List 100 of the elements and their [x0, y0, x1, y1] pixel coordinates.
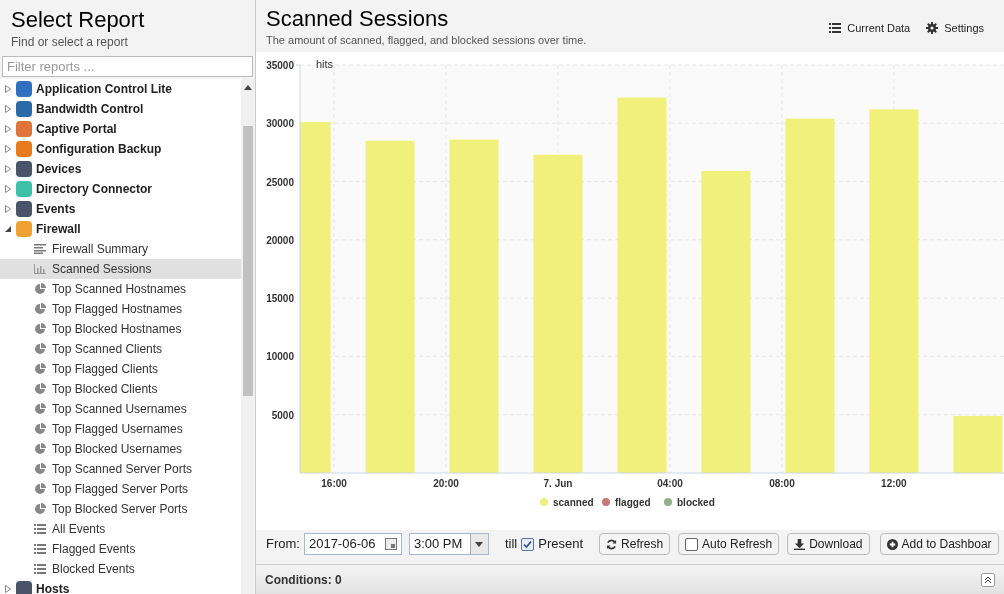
legend-item[interactable]: scanned: [540, 497, 594, 508]
tree-item[interactable]: Directory Connector: [0, 179, 241, 199]
pie-chart-icon: [34, 363, 46, 375]
pie-chart-icon: [34, 423, 46, 435]
collapsed-arrow-icon[interactable]: [4, 125, 12, 133]
expanded-arrow-icon[interactable]: [4, 225, 12, 233]
tree-item[interactable]: Top Scanned Server Ports: [0, 459, 241, 479]
tree-item-label: Top Flagged Clients: [52, 361, 159, 378]
present-checkbox[interactable]: [521, 537, 535, 551]
collapsed-arrow-icon[interactable]: [4, 85, 12, 93]
tree-item[interactable]: Captive Portal: [0, 119, 241, 139]
tree-item-label: Firewall Summary: [52, 241, 148, 258]
download-button[interactable]: Download: [787, 533, 870, 555]
auto-refresh-checkbox[interactable]: [685, 537, 699, 551]
tree-item-label: Events: [36, 201, 76, 218]
tree-item[interactable]: Top Scanned Usernames: [0, 399, 241, 419]
tree-item[interactable]: Hosts: [0, 579, 241, 594]
pie-chart-icon: [34, 403, 46, 415]
dropdown-arrow-icon[interactable]: [475, 541, 484, 547]
x-tick-label: 12:00: [881, 478, 907, 489]
conditions-bar[interactable]: Conditions: 0: [256, 564, 1004, 594]
tree-item[interactable]: Top Flagged Clients: [0, 359, 241, 379]
date-field[interactable]: 2017-06-06: [303, 533, 402, 555]
x-tick-label: 20:00: [433, 478, 459, 489]
tree-item[interactable]: Top Scanned Clients: [0, 339, 241, 359]
tree-item[interactable]: Top Scanned Hostnames: [0, 279, 241, 299]
tree-item[interactable]: Configuration Backup: [0, 139, 241, 159]
tree-item-label: Firewall: [36, 221, 81, 238]
scroll-up-arrow-icon[interactable]: [244, 85, 252, 90]
pie-chart-icon: [34, 323, 46, 335]
tree-item[interactable]: Events: [0, 199, 241, 219]
collapsed-arrow-icon[interactable]: [4, 185, 12, 193]
tree-item-label: Top Scanned Usernames: [52, 401, 187, 418]
tree-item[interactable]: Bandwidth Control: [0, 99, 241, 119]
from-label: From:: [266, 535, 300, 554]
pie-chart-icon: [34, 463, 46, 475]
time-field[interactable]: 3:00 PM: [408, 533, 489, 555]
tree-item-label: Top Scanned Hostnames: [52, 281, 187, 298]
tree-item[interactable]: Flagged Events: [0, 539, 241, 559]
tree-item[interactable]: Firewall: [0, 219, 241, 239]
calendar-icon[interactable]: [384, 538, 397, 550]
plus-icon: [886, 538, 898, 550]
legend-label: flagged: [615, 497, 651, 508]
tree-item-label: Configuration Backup: [36, 141, 162, 158]
tree-item[interactable]: Top Blocked Server Ports: [0, 499, 241, 519]
tree-item[interactable]: Top Flagged Usernames: [0, 419, 241, 439]
sidebar-title: Select Report: [11, 7, 146, 33]
tree-item-label: Application Control Lite: [36, 81, 172, 98]
collapsed-arrow-icon[interactable]: [4, 165, 12, 173]
tree-item-label: Top Blocked Hostnames: [52, 321, 182, 338]
settings-icon: [926, 22, 939, 35]
tree-item-label: Directory Connector: [36, 181, 153, 198]
list-icon: [829, 23, 842, 34]
current-data-button[interactable]: Current Data: [829, 20, 911, 37]
collapsed-arrow-icon[interactable]: [4, 105, 12, 113]
tree-item[interactable]: Top Flagged Hostnames: [0, 299, 241, 319]
pie-chart-icon: [34, 303, 46, 315]
collapse-icon[interactable]: [981, 572, 995, 587]
tree-item[interactable]: Top Blocked Hostnames: [0, 319, 241, 339]
y-tick-label: 20000: [266, 234, 294, 246]
y-tick-label: 10000: [266, 351, 294, 363]
list-icon: [34, 544, 46, 554]
refresh-button[interactable]: Refresh: [599, 533, 671, 555]
tree-item[interactable]: Top Blocked Clients: [0, 379, 241, 399]
pie-chart-icon: [34, 283, 46, 295]
y-axis-title: hits: [316, 58, 334, 70]
pie-chart-icon: [34, 443, 46, 455]
collapsed-arrow-icon[interactable]: [4, 205, 12, 213]
tree-item[interactable]: Top Flagged Server Ports: [0, 479, 241, 499]
tree-item[interactable]: Application Control Lite: [0, 79, 241, 99]
tree-item[interactable]: Scanned Sessions: [0, 259, 241, 279]
add-to-dashboard-button[interactable]: Add to Dashboar: [879, 533, 999, 555]
scrollbar[interactable]: [241, 79, 255, 594]
x-tick-label: 7. Jun: [543, 478, 573, 489]
legend-item[interactable]: flagged: [602, 497, 651, 508]
till-label: till: [504, 535, 518, 554]
tree-item[interactable]: Blocked Events: [0, 559, 241, 579]
tree-item-label: Blocked Events: [52, 561, 135, 578]
tree-item[interactable]: All Events: [0, 519, 241, 539]
tree-item[interactable]: Firewall Summary: [0, 239, 241, 259]
auto-refresh-button[interactable]: Auto Refresh: [678, 533, 780, 555]
tree-item[interactable]: Devices: [0, 159, 241, 179]
pie-chart-icon: [34, 343, 46, 355]
conditions-label: Conditions: 0: [265, 571, 342, 589]
collapsed-arrow-icon[interactable]: [4, 585, 12, 593]
x-tick-label: 08:00: [769, 478, 795, 489]
list-icon: [34, 524, 46, 534]
y-tick-label: 25000: [266, 176, 294, 188]
legend-item[interactable]: blocked: [664, 497, 715, 508]
present-label: Present: [538, 535, 584, 554]
tree-item[interactable]: Top Blocked Usernames: [0, 439, 241, 459]
pie-chart-icon: [34, 383, 46, 395]
bar: [953, 415, 1003, 473]
filter-field[interactable]: Filter reports ...: [2, 56, 253, 77]
y-tick-label: 5000: [271, 409, 294, 421]
tree-item-label: Flagged Events: [52, 541, 136, 558]
x-tick-label: 16:00: [321, 478, 347, 489]
collapsed-arrow-icon[interactable]: [4, 145, 12, 153]
tree-item-label: Top Flagged Usernames: [52, 421, 183, 438]
settings-button[interactable]: Settings: [926, 20, 984, 37]
